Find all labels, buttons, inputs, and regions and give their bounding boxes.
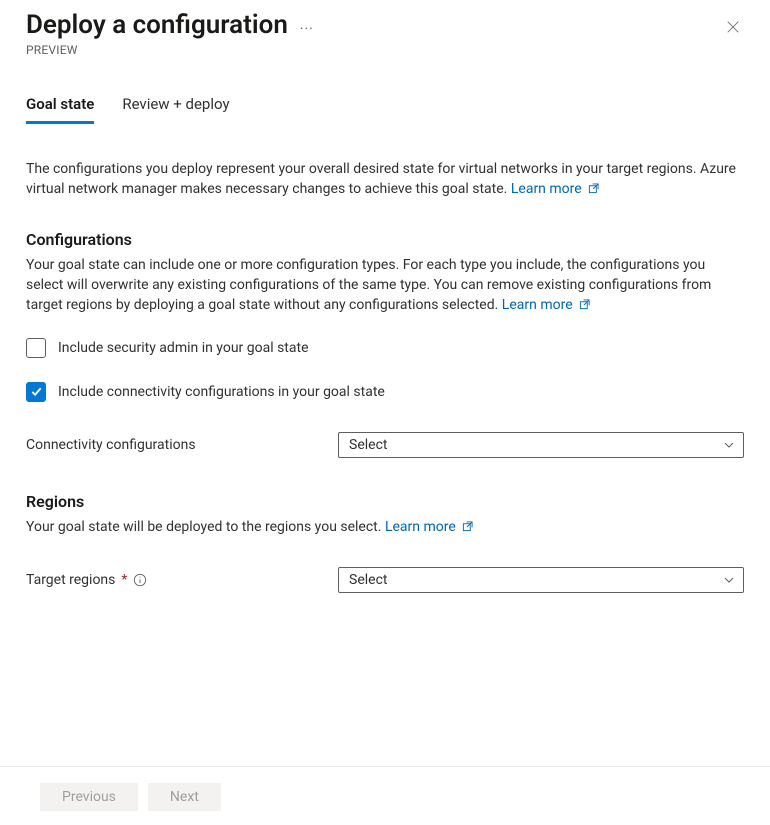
title-block: Deploy a configuration ··· PREVIEW (26, 10, 314, 57)
footer: Previous Next (0, 766, 770, 825)
connectivity-configs-select-value: Select (349, 437, 387, 453)
checkbox-security-label: Include security admin in your goal stat… (58, 340, 309, 356)
external-link-icon (579, 299, 590, 310)
target-regions-select-value: Select (349, 572, 387, 588)
tab-goal-state[interactable]: Goal state (26, 95, 94, 124)
intro-learn-more-text: Learn more (511, 181, 582, 197)
regions-learn-more-link[interactable]: Learn more (385, 519, 473, 535)
external-link-icon (588, 183, 599, 194)
configurations-heading: Configurations (26, 230, 744, 249)
tab-review-deploy[interactable]: Review + deploy (122, 95, 229, 124)
target-regions-label-text: Target regions (26, 572, 115, 588)
checkbox-security-admin[interactable] (26, 338, 46, 358)
more-icon[interactable]: ··· (300, 15, 314, 37)
target-regions-row: Target regions * Select (26, 567, 744, 593)
checkbox-row-connectivity: Include connectivity configurations in y… (26, 382, 744, 402)
connectivity-configs-select[interactable]: Select (338, 432, 744, 458)
previous-button[interactable]: Previous (40, 783, 138, 811)
intro-paragraph: The configurations you deploy represent … (26, 159, 744, 200)
checkmark-icon (30, 385, 43, 398)
checkbox-connectivity[interactable] (26, 382, 46, 402)
close-icon (726, 20, 740, 34)
connectivity-configs-row: Connectivity configurations Select (26, 432, 744, 458)
external-link-icon (462, 521, 473, 532)
target-regions-label: Target regions * (26, 572, 338, 588)
regions-description: Your goal state will be deployed to the … (26, 517, 744, 537)
info-icon[interactable] (133, 573, 147, 587)
title-line: Deploy a configuration ··· (26, 10, 314, 41)
intro-text: The configurations you deploy represent … (26, 161, 736, 197)
configurations-desc-text: Your goal state can include one or more … (26, 257, 711, 314)
chevron-down-icon (723, 574, 735, 586)
preview-label: PREVIEW (26, 43, 314, 57)
regions-desc-text: Your goal state will be deployed to the … (26, 519, 381, 535)
checkbox-row-security: Include security admin in your goal stat… (26, 338, 744, 358)
next-button[interactable]: Next (148, 783, 221, 811)
regions-heading: Regions (26, 492, 744, 511)
page-title: Deploy a configuration (26, 10, 288, 41)
configurations-description: Your goal state can include one or more … (26, 255, 744, 316)
tabs: Goal state Review + deploy (26, 95, 744, 125)
close-button[interactable] (722, 14, 744, 43)
configurations-learn-more-link[interactable]: Learn more (502, 297, 590, 313)
header: Deploy a configuration ··· PREVIEW (26, 10, 744, 57)
chevron-down-icon (723, 439, 735, 451)
regions-learn-more-text: Learn more (385, 519, 456, 535)
connectivity-configs-label: Connectivity configurations (26, 437, 338, 453)
intro-learn-more-link[interactable]: Learn more (511, 181, 599, 197)
target-regions-select[interactable]: Select (338, 567, 744, 593)
configurations-learn-more-text: Learn more (502, 297, 573, 313)
checkbox-connectivity-label: Include connectivity configurations in y… (58, 384, 385, 400)
required-indicator: * (121, 572, 127, 588)
connectivity-configs-label-text: Connectivity configurations (26, 437, 196, 453)
